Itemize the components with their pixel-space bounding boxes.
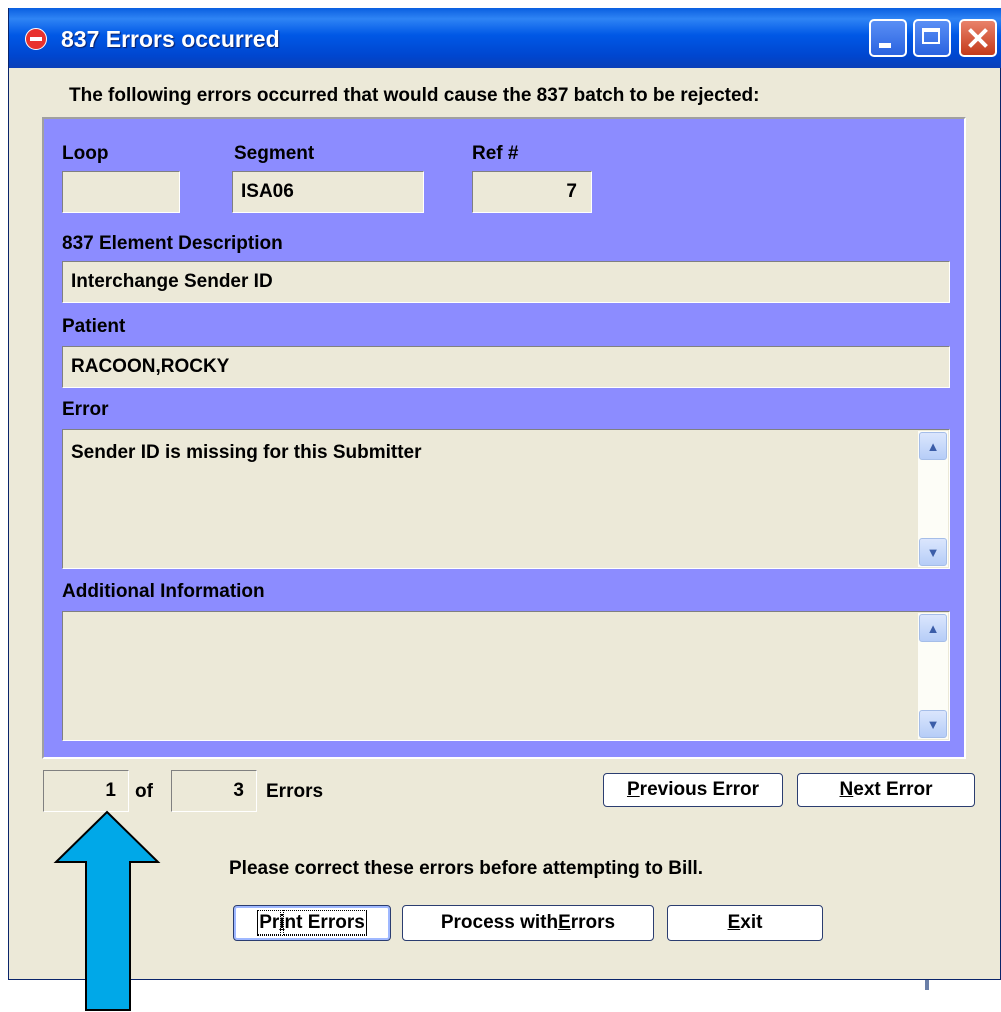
additional-info-scrollbar[interactable]: ▲ ▼	[918, 613, 948, 739]
element-description-label: 837 Element Description	[62, 233, 283, 254]
correction-notice: Please correct these errors before attem…	[229, 858, 704, 879]
element-description-field[interactable]: Interchange Sender ID	[62, 261, 950, 303]
segment-label: Segment	[234, 143, 315, 164]
pager-of-label: of	[135, 781, 153, 802]
scroll-down-arrow-icon[interactable]: ▼	[919, 710, 947, 738]
scroll-up-arrow-icon[interactable]: ▲	[919, 432, 947, 460]
header-message: The following errors occurred that would…	[69, 85, 760, 106]
process-with-errors-button[interactable]: Process with Errors	[402, 905, 654, 941]
loop-field[interactable]	[62, 171, 180, 213]
loop-label: Loop	[62, 143, 109, 164]
error-label: Error	[62, 399, 109, 420]
close-button[interactable]	[959, 19, 997, 57]
title-bar[interactable]: 837 Errors occurred	[9, 8, 1001, 68]
ref-label: Ref #	[472, 143, 519, 164]
window-title: 837 Errors occurred	[61, 26, 280, 52]
error-stop-icon	[25, 28, 47, 50]
minimize-button[interactable]	[869, 19, 907, 57]
print-errors-label: Print Errors	[257, 910, 367, 936]
patient-label: Patient	[62, 316, 126, 337]
segment-field[interactable]: ISA06	[232, 171, 424, 213]
error-details-panel: Loop Segment Ref # ISA06 7 837 Element D…	[42, 117, 966, 759]
additional-info-label: Additional Information	[62, 581, 265, 602]
pointer-arrow-icon	[53, 810, 161, 1011]
current-error-index[interactable]: 1	[43, 770, 129, 812]
error-text: Sender ID is missing for this Submitter	[71, 442, 422, 463]
scroll-up-arrow-icon[interactable]: ▲	[919, 614, 947, 642]
pager-errors-label: Errors	[266, 781, 324, 802]
patient-field[interactable]: RACOON,ROCKY	[62, 346, 950, 388]
exit-button[interactable]: Exit	[667, 905, 823, 941]
total-errors-field[interactable]: 3	[171, 770, 257, 812]
scroll-down-arrow-icon[interactable]: ▼	[919, 538, 947, 566]
maximize-button[interactable]	[913, 19, 951, 57]
error-scrollbar[interactable]: ▲ ▼	[918, 431, 948, 567]
ref-field[interactable]: 7	[472, 171, 592, 213]
background-edge-mark	[925, 980, 929, 990]
previous-error-button[interactable]: Previous Error	[603, 773, 783, 807]
additional-info-textarea[interactable]: ▲ ▼	[62, 611, 950, 741]
next-error-button[interactable]: Next Error	[797, 773, 975, 807]
error-textarea[interactable]: Sender ID is missing for this Submitter …	[62, 429, 950, 569]
print-errors-button[interactable]: Print Errors	[233, 905, 391, 941]
